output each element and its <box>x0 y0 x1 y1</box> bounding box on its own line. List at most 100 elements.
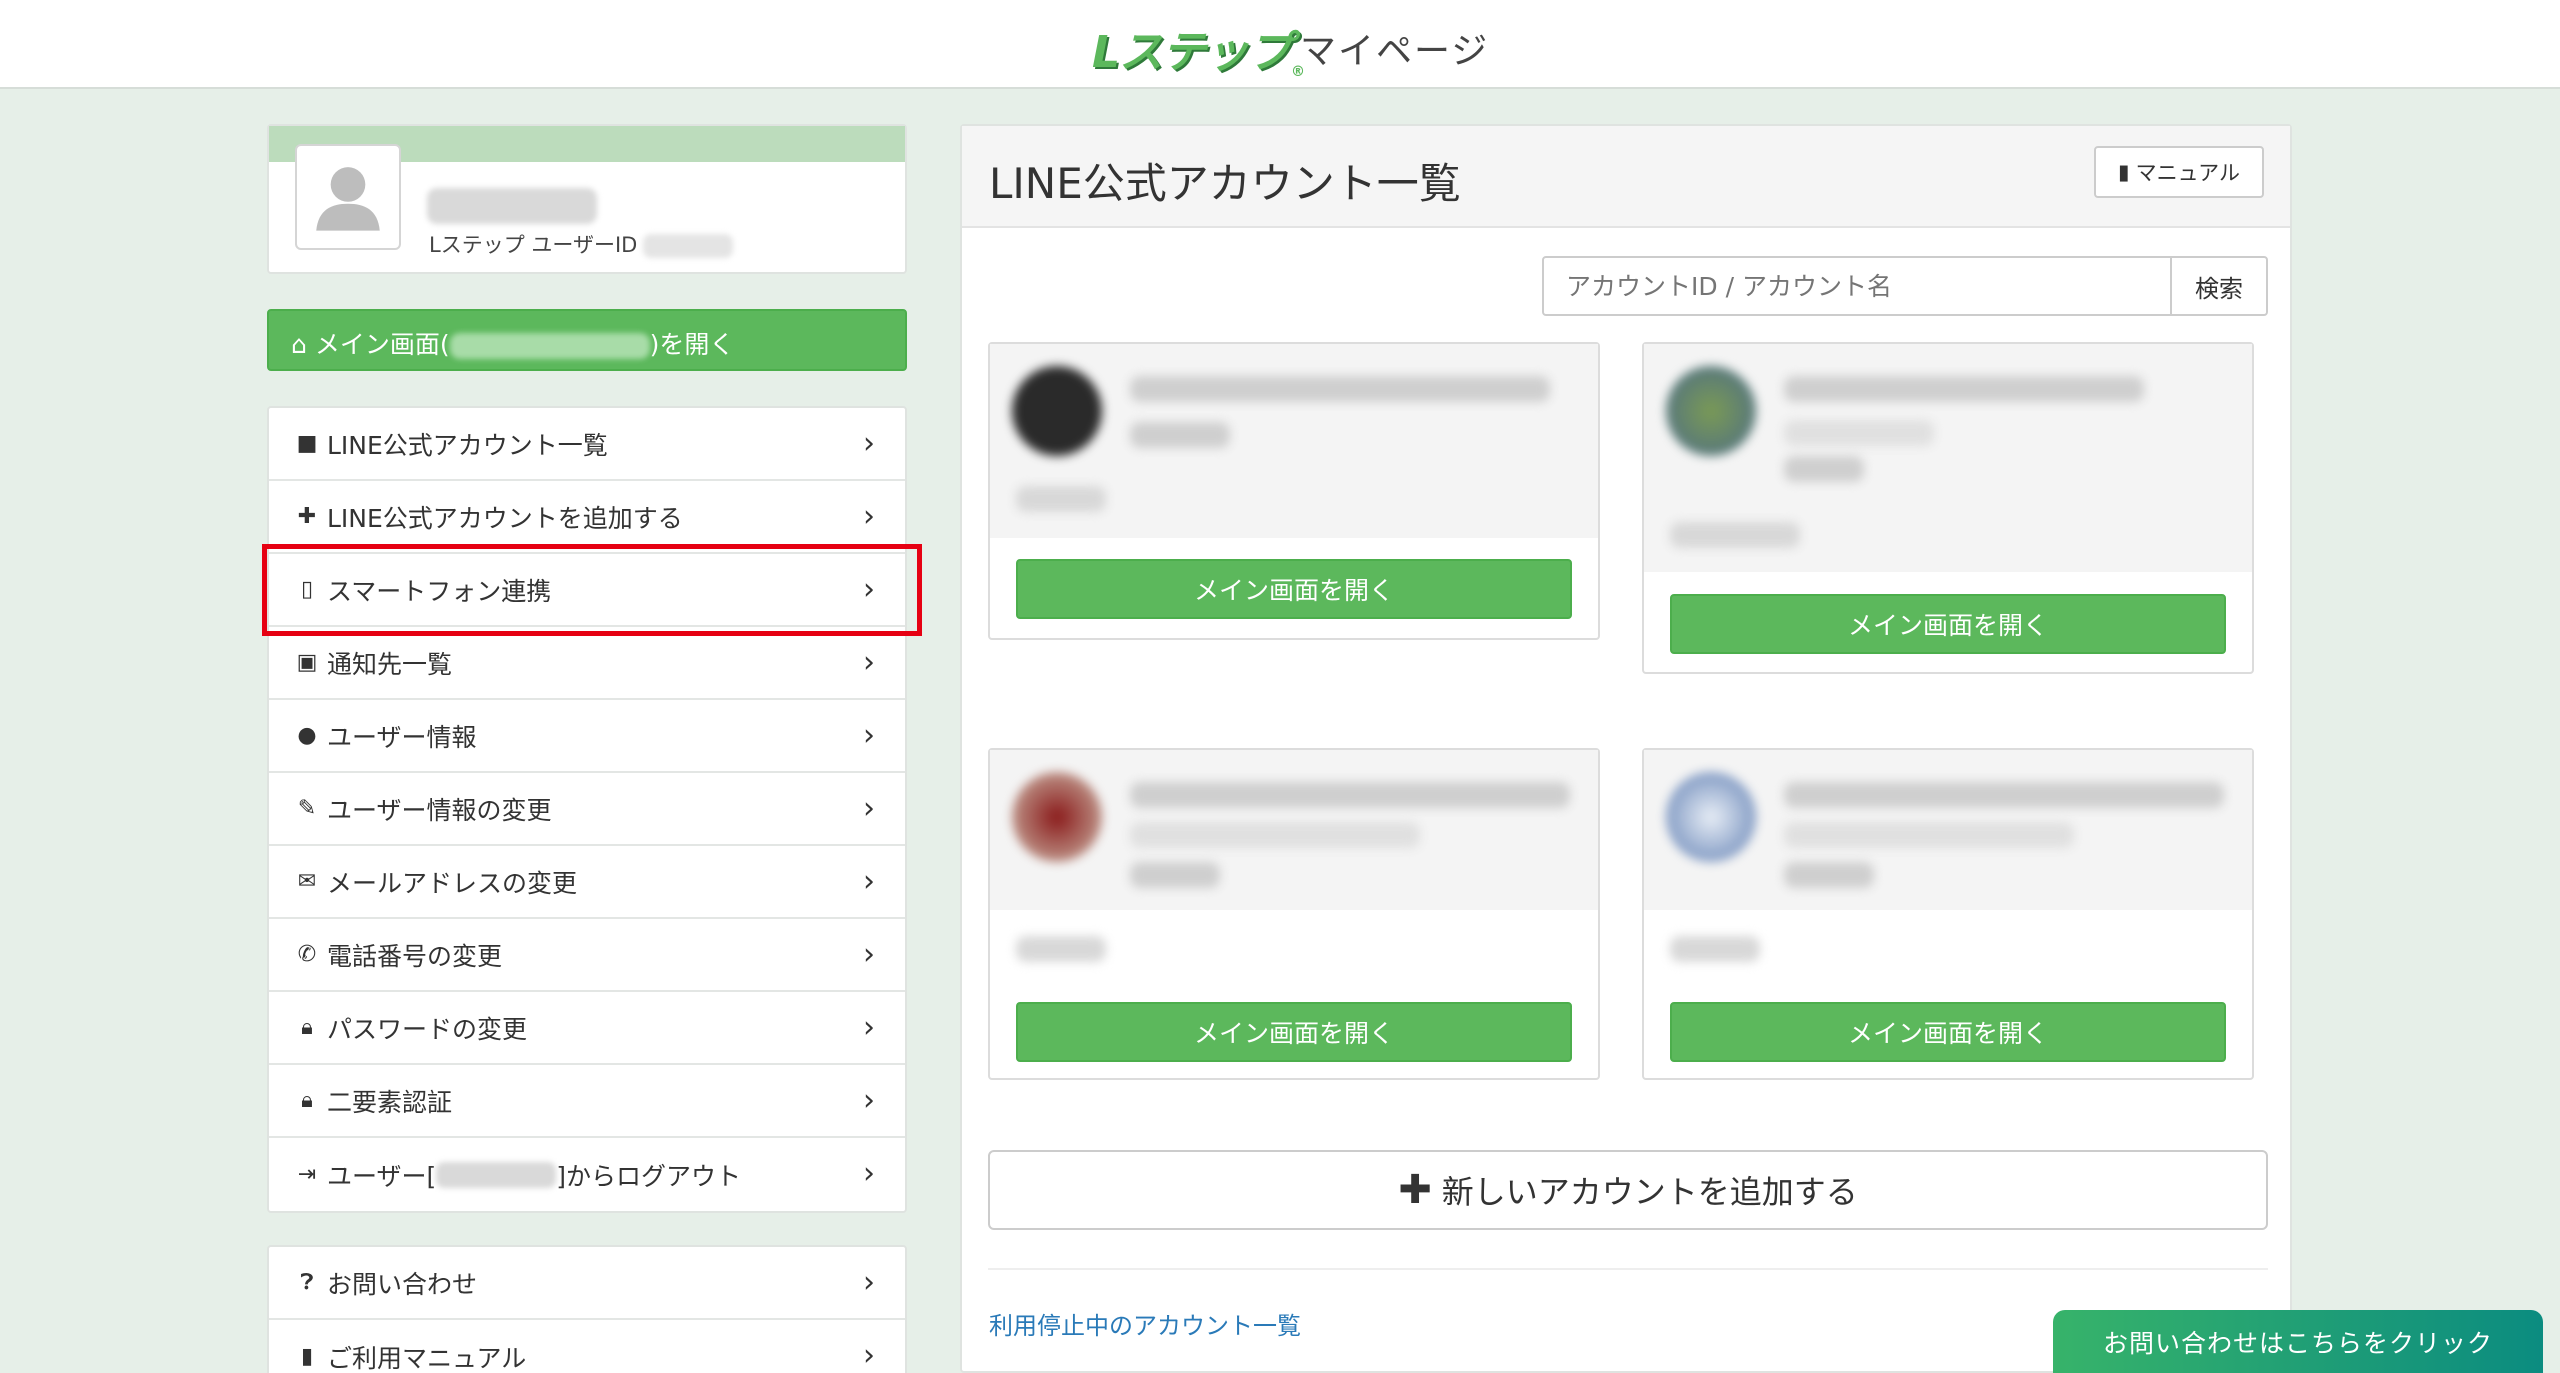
sidebar-item-contact[interactable]: ❓︎ お問い合わせ › <box>269 1247 905 1320</box>
user-name-redacted <box>436 1161 557 1188</box>
account-tag-redacted <box>1784 862 1874 888</box>
account-avatar <box>1012 366 1102 456</box>
sidebar-menu: ■ LINE公式アカウント一覧 › ✚ LINE公式アカウントを追加する › ▯… <box>267 406 907 1213</box>
account-card: メイン画面を開く <box>1642 748 2254 1080</box>
chevron-right-icon: › <box>863 572 875 607</box>
account-meta-redacted <box>1670 936 1760 962</box>
account-tag-redacted <box>1130 422 1230 448</box>
sidebar-item-label: ご利用マニュアル <box>327 1343 527 1373</box>
suspended-accounts-link[interactable]: 利用停止中のアカウント一覧 <box>989 1306 1301 1341</box>
user-icon: ● <box>297 723 317 748</box>
add-account-label: 新しいアカウントを追加する <box>1441 1173 1858 1211</box>
open-main-screen-button[interactable]: ⌂ メイン画面()を開く <box>267 309 907 371</box>
account-tag-redacted <box>1130 862 1220 888</box>
lstep-logo[interactable]: Lステップ® <box>1092 16 1305 80</box>
panel-header: LINE公式アカウント一覧 ▮ マニュアル <box>962 126 2290 228</box>
contact-card-icon: ▣ <box>296 650 318 675</box>
sidebar-item-line-accounts[interactable]: ■ LINE公式アカウント一覧 › <box>269 408 905 481</box>
chevron-right-icon: › <box>863 1010 875 1045</box>
logout-label-prefix: ユーザー[ <box>327 1161 437 1191</box>
top-header: Lステップ® マイページ <box>0 0 2560 89</box>
chevron-right-icon: › <box>863 937 875 972</box>
main-open-suffix: )を開く <box>649 330 735 359</box>
accounts-panel: LINE公式アカウント一覧 ▮ マニュアル 検索 メイン画面を開く メイン画面を… <box>960 124 2292 1373</box>
chevron-right-icon: › <box>863 499 875 534</box>
avatar <box>295 144 401 250</box>
manual-button[interactable]: ▮ マニュアル <box>2094 146 2264 198</box>
sidebar-item-change-password[interactable]: 🔒︎ パスワードの変更 › <box>269 992 905 1065</box>
sidebar-item-label: 電話番号の変更 <box>327 941 503 971</box>
sidebar-item-add-account[interactable]: ✚ LINE公式アカウントを追加する › <box>269 481 905 554</box>
open-main-screen-button[interactable]: メイン画面を開く <box>1670 1002 2226 1062</box>
panel-title: LINE公式アカウント一覧 <box>989 159 1461 208</box>
open-main-screen-button[interactable]: メイン画面を開く <box>1016 1002 1572 1062</box>
logout-icon: ⇥ <box>297 1162 317 1187</box>
book-icon: ▮ <box>2118 160 2130 184</box>
account-name-redacted <box>449 333 650 359</box>
sidebar-item-label: スマートフォン連携 <box>327 576 552 606</box>
lock-icon: 🔒︎ <box>301 1088 313 1113</box>
user-silhouette-icon <box>316 167 380 231</box>
chevron-right-icon: › <box>863 718 875 753</box>
account-avatar <box>1012 772 1102 862</box>
home-icon: ⌂ <box>291 330 307 359</box>
chevron-right-icon: › <box>863 864 875 899</box>
card-info <box>1644 750 2252 910</box>
sidebar-item-two-factor[interactable]: 🔒︎ 二要素認証 › <box>269 1065 905 1138</box>
sidebar-item-label: ユーザー情報の変更 <box>327 795 552 825</box>
sidebar-item-smartphone[interactable]: ▯ スマートフォン連携 › <box>269 554 905 627</box>
pencil-icon: ✎ <box>297 796 317 821</box>
open-main-screen-button[interactable]: メイン画面を開く <box>1016 559 1572 619</box>
chevron-right-icon: › <box>863 1156 875 1191</box>
account-meta-redacted <box>1016 486 1106 512</box>
account-name-redacted <box>1130 376 1550 402</box>
sidebar-item-label: LINE公式アカウントを追加する <box>327 503 683 533</box>
sidebar-item-notifications[interactable]: ▣ 通知先一覧 › <box>269 627 905 700</box>
phone-icon: ✆ <box>297 942 317 967</box>
account-meta-redacted <box>1016 936 1106 962</box>
account-tag-redacted <box>1784 456 1864 482</box>
card-info <box>990 750 1598 910</box>
chevron-right-icon: › <box>863 1083 875 1118</box>
profile-id-redacted <box>643 234 734 258</box>
open-main-screen-button[interactable]: メイン画面を開く <box>1670 594 2226 654</box>
add-new-account-button[interactable]: ✚ 新しいアカウントを追加する <box>988 1150 2268 1230</box>
chevron-right-icon: › <box>863 645 875 680</box>
sidebar-item-change-phone[interactable]: ✆ 電話番号の変更 › <box>269 919 905 992</box>
lock-icon: 🔒︎ <box>301 1015 313 1040</box>
smartphone-icon: ▯ <box>300 577 314 602</box>
sidebar-item-label: メールアドレスの変更 <box>327 868 578 898</box>
sidebar-support-menu: ❓︎ お問い合わせ › ▮ ご利用マニュアル › <box>267 1245 907 1373</box>
sidebar-item-label: お問い合わせ <box>327 1269 478 1299</box>
sidebar-item-change-email[interactable]: ✉ メールアドレスの変更 › <box>269 846 905 919</box>
search-button[interactable]: 検索 <box>2170 256 2268 316</box>
sidebar-item-label: パスワードの変更 <box>327 1014 528 1044</box>
account-card: メイン画面を開く <box>988 342 1600 640</box>
account-card: メイン画面を開く <box>1642 342 2254 674</box>
chat-bubble-icon: ■ <box>296 431 318 456</box>
question-circle-icon: ❓︎ <box>300 1270 314 1295</box>
envelope-icon: ✉ <box>297 869 317 894</box>
account-name-redacted <box>1784 376 2144 402</box>
sidebar-item-label: 二要素認証 <box>327 1087 453 1117</box>
account-search-input[interactable] <box>1542 256 2172 316</box>
logo-text: Lステップ <box>1092 27 1292 78</box>
account-avatar <box>1666 772 1756 862</box>
sidebar-item-user-info[interactable]: ● ユーザー情報 › <box>269 700 905 773</box>
account-card: メイン画面を開く <box>988 748 1600 1080</box>
sidebar-item-manual[interactable]: ▮ ご利用マニュアル › <box>269 1320 905 1373</box>
chevron-right-icon: › <box>863 426 875 461</box>
plus-icon: ✚ <box>1398 1167 1432 1213</box>
profile-user-id: Lステップ ユーザーID <box>429 229 734 259</box>
sidebar-item-edit-user[interactable]: ✎ ユーザー情報の変更 › <box>269 773 905 846</box>
floating-contact-button[interactable]: お問い合わせはこちらをクリック <box>2053 1310 2543 1373</box>
sidebar-item-logout[interactable]: ⇥ ユーザー[]からログアウト › <box>269 1138 905 1211</box>
chevron-right-icon: › <box>863 1338 875 1373</box>
account-name-redacted <box>1130 782 1570 808</box>
sidebar-item-label: LINE公式アカウント一覧 <box>327 430 608 460</box>
divider <box>988 1268 2268 1270</box>
profile-name-redacted <box>427 188 597 224</box>
chevron-right-icon: › <box>863 1265 875 1300</box>
page-title: マイページ <box>1300 31 1490 72</box>
account-sub-redacted <box>1130 822 1420 848</box>
